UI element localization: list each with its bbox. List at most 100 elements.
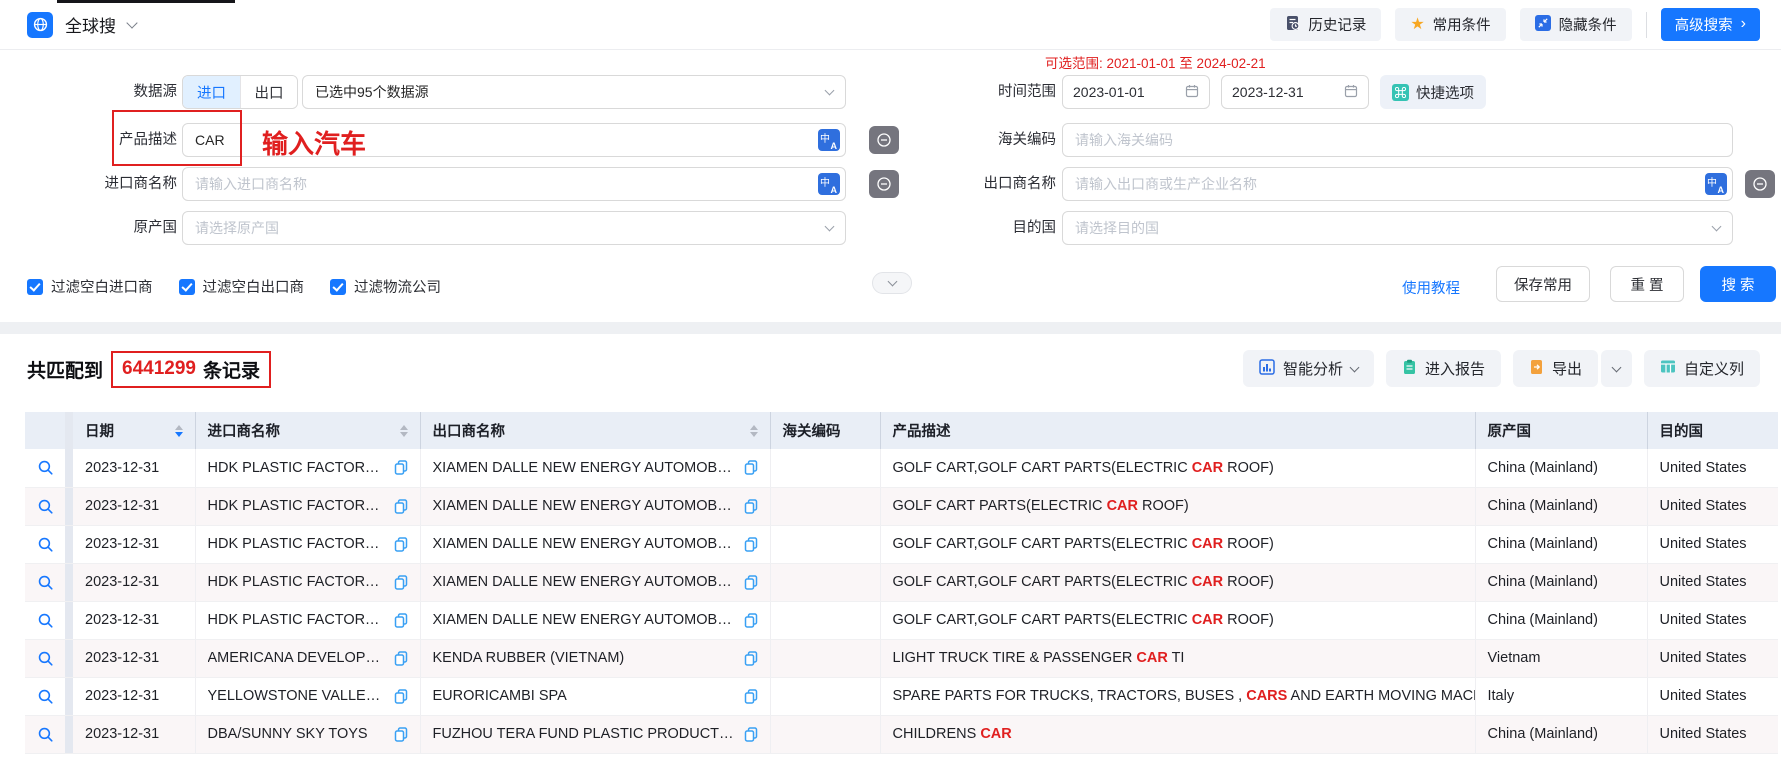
datasource-select[interactable]: 已选中95个数据源 <box>302 75 846 109</box>
save-conditions-button[interactable]: 保存常用 <box>1496 266 1590 302</box>
custom-columns-button[interactable]: 自定义列 <box>1644 350 1760 387</box>
product-cell: GOLF CART,GOLF CART PARTS(ELECTRIC CAR R… <box>880 525 1475 563</box>
checkbox-filter-logistics[interactable]: 过滤物流公司 <box>330 276 441 297</box>
magnifier-icon[interactable] <box>37 650 54 667</box>
copy-icon[interactable] <box>744 613 758 628</box>
translate-en-glyph: A <box>831 185 838 195</box>
origin-country-select[interactable]: 请选择原产国 <box>182 211 846 245</box>
hs-code-cell <box>770 563 880 601</box>
magnifier-icon[interactable] <box>37 612 54 629</box>
translate-en-glyph: A <box>831 141 838 151</box>
results-toolbar: 智能分析 进入报告 导出 自定义列 <box>1243 350 1760 387</box>
header-label: 出口商名称 <box>433 420 506 441</box>
magnifier-icon[interactable] <box>37 498 54 515</box>
reset-button[interactable]: 重 置 <box>1610 266 1684 302</box>
copy-icon[interactable] <box>744 689 758 704</box>
keyword-highlight: CAR <box>1192 460 1223 476</box>
copy-icon[interactable] <box>744 537 758 552</box>
copy-icon[interactable] <box>394 537 408 552</box>
enter-report-button[interactable]: 进入报告 <box>1386 350 1501 387</box>
exporter-input[interactable] <box>1062 167 1733 201</box>
exporter-name: FUZHOU TERA FUND PLASTIC PRODUCTS C <box>433 726 736 742</box>
keyword-highlight: CARS <box>1246 688 1287 704</box>
keyword-highlight: CAR <box>1107 498 1138 514</box>
translate-icon[interactable]: 中 A <box>1705 173 1727 195</box>
export-icon <box>1529 359 1544 379</box>
copy-icon[interactable] <box>744 727 758 742</box>
magnifier-icon[interactable] <box>37 459 54 476</box>
checkbox-filter-blank-exporter[interactable]: 过滤空白出口商 <box>179 276 305 297</box>
export-button[interactable]: 导出 <box>1513 350 1598 387</box>
product-text: GOLF CART PARTS(ELECTRIC <box>893 498 1107 514</box>
hs-code-cell <box>770 601 880 639</box>
tab-export[interactable]: 出口 <box>240 76 297 108</box>
table-row: 2023-12-31HDK PLASTIC FACTORY LXIAMEN DA… <box>25 563 1778 601</box>
date-to-input[interactable]: 2023-12-31 <box>1221 75 1369 109</box>
smart-analysis-label: 智能分析 <box>1283 358 1343 379</box>
tab-import[interactable]: 进口 <box>183 76 240 108</box>
sort-icon[interactable] <box>742 425 758 437</box>
collapse-panel-button[interactable] <box>872 272 912 294</box>
annotation-text-product: 输入汽车 <box>262 124 366 161</box>
sort-icon[interactable] <box>167 425 183 437</box>
product-text: TI <box>1168 650 1185 666</box>
magnifier-icon[interactable] <box>37 688 54 705</box>
importer-cell: AMERICANA DEVELOPME <box>195 639 420 677</box>
copy-icon[interactable] <box>394 651 408 666</box>
checkbox-checked-icon <box>179 279 195 295</box>
smart-analysis-button[interactable]: 智能分析 <box>1243 350 1374 387</box>
header-label: 进口商名称 <box>208 420 281 441</box>
keyword-highlight: CAR <box>1136 650 1167 666</box>
importer-cell: HDK PLASTIC FACTORY L <box>195 449 420 487</box>
magnifier-icon[interactable] <box>37 574 54 591</box>
hs-code-input[interactable] <box>1062 123 1733 157</box>
dest-placeholder: 请选择目的国 <box>1075 218 1159 238</box>
row-accent-strip <box>65 601 73 639</box>
copy-icon[interactable] <box>744 651 758 666</box>
header-exporter[interactable]: 出口商名称 <box>420 412 770 449</box>
table-row: 2023-12-31HDK PLASTIC FACTORY LXIAMEN DA… <box>25 487 1778 525</box>
copy-icon[interactable] <box>394 460 408 475</box>
date-from-input[interactable]: 2023-01-01 <box>1062 75 1210 109</box>
tutorial-link[interactable]: 使用教程 <box>1402 277 1460 298</box>
product-text: CHILDRENS <box>893 726 981 742</box>
translate-icon[interactable]: 中 A <box>818 173 840 195</box>
copy-icon[interactable] <box>394 689 408 704</box>
product-cell: GOLF CART PARTS(ELECTRIC CAR ROOF) <box>880 487 1475 525</box>
match-mode-button[interactable] <box>869 126 899 154</box>
magnifier-icon[interactable] <box>37 726 54 743</box>
table-row: 2023-12-31DBA/SUNNY SKY TOYSFUZHOU TERA … <box>25 715 1778 753</box>
exporter-label: 出口商名称 <box>920 167 1056 201</box>
header-date[interactable]: 日期 <box>73 412 195 449</box>
sort-icon[interactable] <box>392 425 408 437</box>
match-mode-button[interactable] <box>1745 170 1775 198</box>
importer-input[interactable] <box>182 167 846 201</box>
quick-options-button[interactable]: 快捷选项 <box>1380 75 1486 109</box>
date-from-value: 2023-01-01 <box>1073 84 1145 100</box>
row-accent-strip <box>65 639 73 677</box>
translate-icon[interactable]: 中 A <box>818 129 840 151</box>
header-importer[interactable]: 进口商名称 <box>195 412 420 449</box>
copy-icon[interactable] <box>744 575 758 590</box>
importer-name: HDK PLASTIC FACTORY L <box>208 574 386 590</box>
match-mode-button[interactable] <box>869 170 899 198</box>
copy-icon[interactable] <box>394 499 408 514</box>
magnifier-icon[interactable] <box>37 536 54 553</box>
dest-country-select[interactable]: 请选择目的国 <box>1062 211 1733 245</box>
export-more-button[interactable] <box>1601 350 1632 387</box>
calendar-icon <box>1344 84 1358 101</box>
copy-icon[interactable] <box>744 499 758 514</box>
exporter-cell: XIAMEN DALLE NEW ENERGY AUTOMOBILE <box>420 563 770 601</box>
origin-placeholder: 请选择原产国 <box>195 218 279 238</box>
search-button[interactable]: 搜 索 <box>1700 266 1776 302</box>
copy-icon[interactable] <box>394 727 408 742</box>
table-row: 2023-12-31HDK PLASTIC FACTORY LXIAMEN DA… <box>25 601 1778 639</box>
hs-code-label: 海关编码 <box>920 123 1056 157</box>
checkbox-filter-blank-importer[interactable]: 过滤空白进口商 <box>27 276 153 297</box>
keyword-highlight: CAR <box>1192 574 1223 590</box>
keyword-highlight: CAR <box>1192 612 1223 628</box>
copy-icon[interactable] <box>394 575 408 590</box>
copy-icon[interactable] <box>744 460 758 475</box>
copy-icon[interactable] <box>394 613 408 628</box>
origin-country-cell: Vietnam <box>1475 639 1647 677</box>
